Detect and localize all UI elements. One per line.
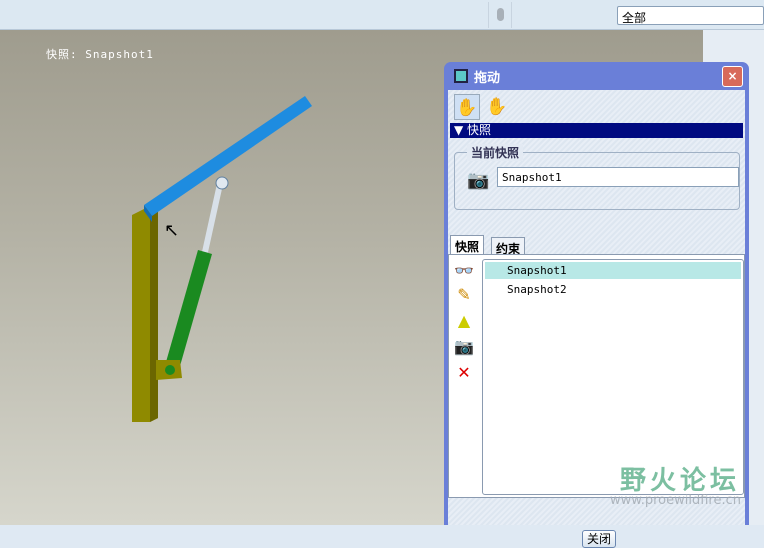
watermark-url: www.proewildfire.cn: [610, 493, 741, 508]
delete-icon[interactable]: ✕: [453, 363, 475, 382]
close-icon[interactable]: ×: [722, 66, 743, 87]
snapshot-name-input[interactable]: Snapshot1: [497, 167, 739, 187]
point-drag-hand-icon[interactable]: ✋: [454, 94, 480, 120]
toolbar-separator: [488, 2, 512, 28]
dialog-titlebar[interactable]: 拖动: [448, 62, 745, 90]
drag-dialog: 拖动 × ✋ ✋ ▼ 快照 当前快照 📷 Snapshot1 快照 约束 👓 ✎…: [444, 62, 749, 548]
glasses-icon[interactable]: 👓: [453, 261, 475, 280]
body-drag-hand-icon[interactable]: ✋: [484, 94, 510, 120]
close-button[interactable]: 关闭: [582, 530, 616, 548]
dialog-app-icon: [454, 69, 468, 83]
tab-snapshots[interactable]: 快照: [450, 235, 485, 255]
filter-select[interactable]: 全部: [617, 6, 764, 25]
watermark-title: 野火论坛: [620, 466, 741, 496]
current-snapshot-group: 当前快照 📷 Snapshot1: [454, 144, 740, 210]
tab-constraints[interactable]: 约束: [491, 237, 526, 256]
top-toolbar: 全部: [0, 0, 764, 30]
cylinder: [166, 250, 212, 366]
section-label: 快照: [467, 123, 492, 137]
pencil-icon[interactable]: ✎: [453, 285, 475, 304]
group-label: 当前快照: [467, 144, 524, 161]
warning-add-icon[interactable]: ▲: [453, 311, 475, 330]
arm-bar: [144, 96, 312, 216]
dialog-title: 拖动: [474, 70, 501, 86]
mouse-cursor-icon: ↖: [164, 220, 180, 241]
status-light-icon: [497, 8, 504, 21]
piston-rod: [202, 183, 223, 253]
watermark: 野火论坛 www.proewildfire.cn: [560, 460, 741, 508]
snapshot-section-header[interactable]: ▼ 快照: [450, 123, 743, 138]
take-snapshot-camera-icon[interactable]: 📷: [467, 170, 489, 191]
list-item[interactable]: Snapshot1: [485, 262, 741, 279]
camera-icon[interactable]: 📷: [453, 337, 475, 356]
list-item[interactable]: Snapshot2: [485, 281, 741, 298]
